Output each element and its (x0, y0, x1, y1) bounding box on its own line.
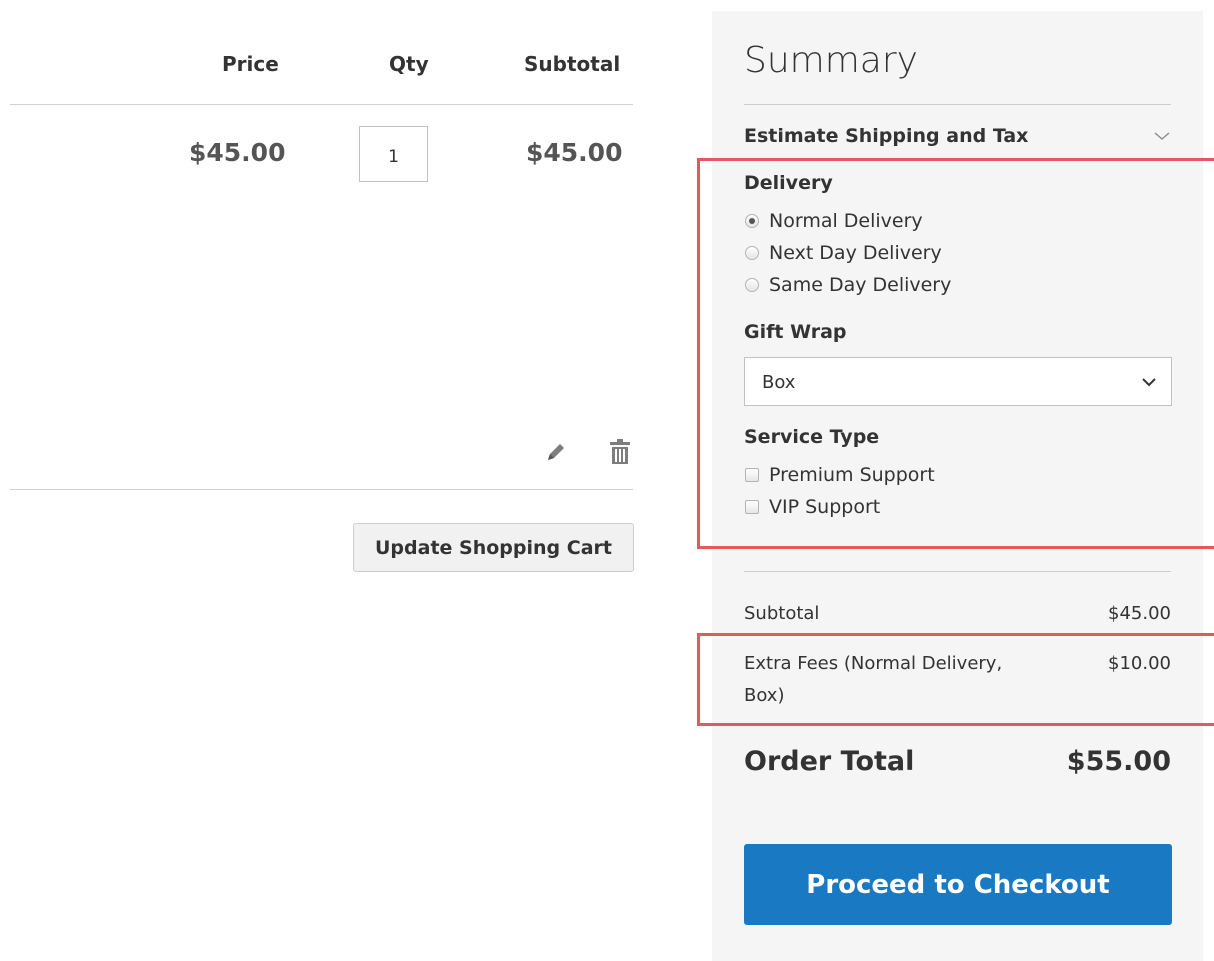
pencil-icon[interactable] (541, 436, 571, 468)
divider (10, 104, 633, 105)
item-price: $45.00 (189, 138, 286, 167)
proceed-to-checkout-button[interactable]: Proceed to Checkout (744, 844, 1172, 925)
divider (10, 489, 633, 490)
item-subtotal: $45.00 (526, 138, 623, 167)
highlight-box (697, 158, 1214, 549)
column-header-qty: Qty (389, 52, 429, 76)
update-cart-button[interactable]: Update Shopping Cart (353, 523, 634, 572)
quantity-input[interactable] (359, 126, 428, 182)
subtotal-value: $45.00 (1108, 603, 1171, 624)
highlight-box (697, 633, 1214, 726)
order-total-value: $55.00 (1066, 746, 1171, 777)
order-total-label: Order Total (744, 746, 915, 777)
estimate-shipping-toggle[interactable]: Estimate Shipping and Tax (744, 125, 1028, 147)
divider (744, 104, 1171, 105)
trash-icon[interactable] (605, 436, 635, 468)
column-header-price: Price (222, 52, 279, 76)
divider (744, 571, 1171, 572)
chevron-down-icon[interactable] (1152, 126, 1172, 146)
subtotal-label: Subtotal (744, 603, 820, 624)
column-header-subtotal: Subtotal (524, 52, 621, 76)
summary-title: Summary (744, 40, 918, 81)
